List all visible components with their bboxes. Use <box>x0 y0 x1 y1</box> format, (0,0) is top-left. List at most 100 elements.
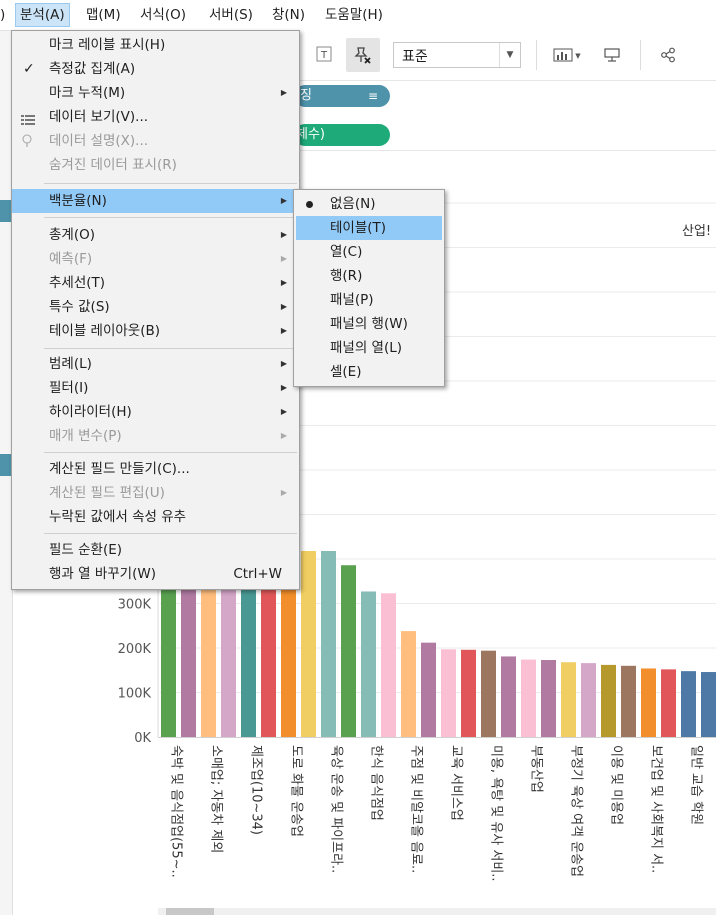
menu-server[interactable]: 서버(S) <box>205 4 257 26</box>
submenu-item-label: 열(C) <box>330 244 363 260</box>
menu-item-show-mark-labels[interactable]: 마크 레이블 표시(H) <box>12 33 299 57</box>
menu-item-label: 데이터 설명(X)... <box>49 133 149 149</box>
submenu-item-label: 행(R) <box>330 268 363 284</box>
submenu-arrow-icon: ▶ <box>280 431 287 440</box>
menu-item-percentage-of[interactable]: 백분율(N) ▶ <box>12 189 299 213</box>
menu-item-label: 특수 값(S) <box>49 299 110 315</box>
menu-item-label: 마크 누적(M) <box>49 85 126 101</box>
fit-select[interactable]: 표준 ▼ <box>393 42 521 68</box>
menu-item-highlighters[interactable]: 하이라이터(H) ▶ <box>12 400 299 424</box>
submenu-item-column[interactable]: 열(C) <box>294 240 444 264</box>
menu-item-label: 데이터 보기(V)... <box>49 109 149 125</box>
submenu-item-none[interactable]: 없음(N) <box>294 192 444 216</box>
menu-separator <box>44 348 297 349</box>
menu-format[interactable]: 서식(O) <box>136 4 190 26</box>
scrollbar-thumb[interactable] <box>166 908 214 915</box>
menu-item-explain-data[interactable]: 데이터 설명(X)... <box>12 129 299 153</box>
menu-window[interactable]: 창(N) <box>268 4 309 26</box>
menu-item-label: 예측(F) <box>49 251 93 267</box>
menu-item-label: 행과 열 바꾸기(W) <box>49 566 156 582</box>
menu-separator <box>44 533 297 534</box>
menu-item-label: 필드 순환(E) <box>49 542 123 558</box>
menu-item-parameters[interactable]: 매개 변수(P) ▶ <box>12 424 299 448</box>
menu-item-legends[interactable]: 범례(L) ▶ <box>12 352 299 376</box>
menu-item-label: 하이라이터(H) <box>49 404 132 420</box>
sort-icon: ≡ <box>367 89 378 103</box>
share-icon[interactable] <box>656 44 680 66</box>
submenu-arrow-icon: ▶ <box>280 383 287 392</box>
menubar-edge-fragment: ) <box>0 7 6 23</box>
menu-separator <box>44 217 297 218</box>
menu-item-label: 총계(O) <box>49 227 95 243</box>
fit-select-value: 표준 <box>402 49 428 65</box>
show-me-icon[interactable]: ▼ <box>550 44 586 66</box>
submenu-item-cell[interactable]: 셀(E) <box>294 360 444 384</box>
menu-item-stack-marks[interactable]: 마크 누적(M) ▶ <box>12 81 299 105</box>
percentage-submenu: 없음(N) 테이블(T) 열(C) 행(R) 패널(P) 패널의 행(W) 패널… <box>293 189 445 387</box>
menu-map[interactable]: 맵(M) <box>82 4 125 26</box>
shortcut-text: Ctrl+W <box>233 566 282 582</box>
submenu-arrow-icon: ▶ <box>280 230 287 239</box>
menu-item-label: 계산된 필드 편집(U) <box>49 485 165 501</box>
menu-help[interactable]: 도움말(H) <box>321 4 387 26</box>
menu-separator <box>44 452 297 453</box>
submenu-item-label: 패널의 행(W) <box>330 316 408 332</box>
rows-shelf-pill[interactable]: 징 ≡ <box>294 85 390 107</box>
menu-item-label: 범례(L) <box>49 356 92 372</box>
submenu-arrow-icon: ▶ <box>280 326 287 335</box>
submenu-arrow-icon: ▶ <box>280 302 287 311</box>
menu-item-swap-rows-columns[interactable]: 행과 열 바꾸기(W) Ctrl+W <box>12 562 299 586</box>
menu-item-label: 숨겨진 데이터 표시(R) <box>49 157 177 173</box>
analysis-menu: 마크 레이블 표시(H) ✓ 측정값 집계(A) 마크 누적(M) ▶ 데이터 보기… <box>11 30 300 590</box>
submenu-item-label: 없음(N) <box>330 196 376 212</box>
submenu-arrow-icon: ▶ <box>280 278 287 287</box>
chevron-down-icon: ▼ <box>499 43 520 67</box>
pin-clear-icon[interactable] <box>346 38 380 72</box>
text-label-icon[interactable]: T <box>314 44 334 64</box>
submenu-item-label: 패널의 열(L) <box>330 340 403 356</box>
menu-item-create-calculated-field[interactable]: 계산된 필드 만들기(C)... <box>12 457 299 481</box>
submenu-item-row-in-pane[interactable]: 패널의 행(W) <box>294 312 444 336</box>
menu-item-forecast[interactable]: 예측(F) ▶ <box>12 247 299 271</box>
menu-item-trend-lines[interactable]: 추세선(T) ▶ <box>12 271 299 295</box>
columns-pill-text: 체수) <box>296 127 325 142</box>
submenu-item-label: 셀(E) <box>330 364 362 380</box>
submenu-arrow-icon: ▶ <box>280 254 287 263</box>
checkmark-icon: ✓ <box>23 61 35 77</box>
presentation-icon[interactable] <box>600 44 624 66</box>
menu-item-aggregate-measures[interactable]: ✓ 측정값 집계(A) <box>12 57 299 81</box>
toolbar: T 표준 ▼ ▼ <box>298 30 716 81</box>
menu-item-totals[interactable]: 총계(O) ▶ <box>12 223 299 247</box>
submenu-arrow-icon: ▶ <box>280 407 287 416</box>
menu-item-view-data[interactable]: 데이터 보기(V)... <box>12 105 299 129</box>
horizontal-scrollbar[interactable] <box>158 908 716 915</box>
menu-item-label: 추세선(T) <box>49 275 106 291</box>
menu-item-table-layout[interactable]: 테이블 레이아웃(B) ▶ <box>12 319 299 343</box>
submenu-item-table[interactable]: 테이블(T) <box>296 216 442 240</box>
submenu-item-row[interactable]: 행(R) <box>294 264 444 288</box>
menu-item-cycle-fields[interactable]: 필드 순환(E) <box>12 538 299 562</box>
svg-text:T: T <box>320 50 328 61</box>
submenu-item-column-in-pane[interactable]: 패널의 열(L) <box>294 336 444 360</box>
menu-item-special-values[interactable]: 특수 값(S) ▶ <box>12 295 299 319</box>
menu-item-infer-properties[interactable]: 누락된 값에서 속성 유추 <box>12 505 299 529</box>
column-header: 산업! <box>682 224 712 239</box>
menu-bar: ) 분석(A) 맵(M) 서식(O) 서버(S) 창(N) 도움말(H) <box>0 0 716 31</box>
menu-item-label: 필터(I) <box>49 380 89 396</box>
shelf-divider <box>298 150 716 151</box>
menu-item-label: 누락된 값에서 속성 유추 <box>49 509 187 525</box>
menu-item-label: 계산된 필드 만들기(C)... <box>49 461 190 477</box>
submenu-item-pane[interactable]: 패널(P) <box>294 288 444 312</box>
menu-item-reveal-hidden-data[interactable]: 숨겨진 데이터 표시(R) <box>12 153 299 177</box>
submenu-item-label: 패널(P) <box>330 292 374 308</box>
submenu-arrow-icon: ▶ <box>280 196 287 205</box>
menu-item-edit-calculated-field[interactable]: 계산된 필드 편집(U) ▶ <box>12 481 299 505</box>
menu-item-label: 테이블 레이아웃(B) <box>49 323 161 339</box>
svg-text:▼: ▼ <box>575 52 581 60</box>
submenu-arrow-icon: ▶ <box>280 88 287 97</box>
toolbar-divider-2 <box>640 40 641 70</box>
submenu-arrow-icon: ▶ <box>280 359 287 368</box>
menu-analysis[interactable]: 분석(A) <box>15 3 70 27</box>
columns-shelf-pill[interactable]: 체수) <box>294 124 390 146</box>
menu-item-filters[interactable]: 필터(I) ▶ <box>12 376 299 400</box>
